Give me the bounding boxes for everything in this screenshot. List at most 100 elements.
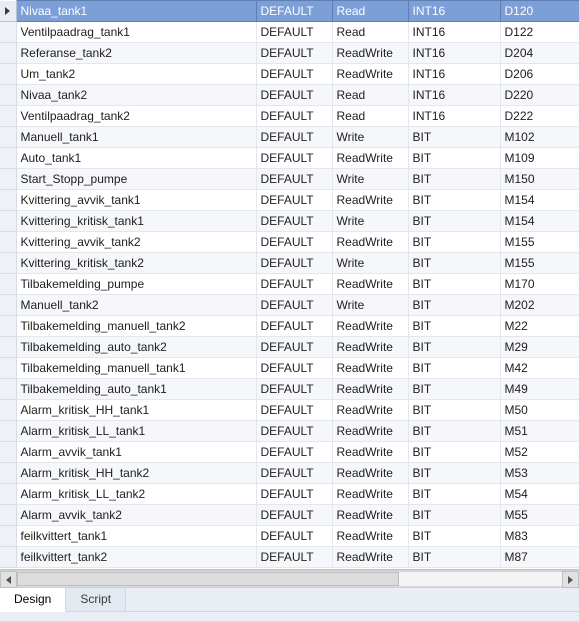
- row-header[interactable]: [0, 505, 16, 526]
- cell-address[interactable]: M49: [500, 379, 579, 400]
- cell-access[interactable]: ReadWrite: [332, 64, 408, 85]
- row-header[interactable]: [0, 295, 16, 316]
- row-header[interactable]: [0, 85, 16, 106]
- cell-default[interactable]: DEFAULT: [256, 274, 332, 295]
- cell-name[interactable]: feilkvittert_tank2: [16, 547, 256, 568]
- cell-name[interactable]: Alarm_avvik_tank2: [16, 505, 256, 526]
- cell-default[interactable]: DEFAULT: [256, 232, 332, 253]
- tag-grid[interactable]: Nivaa_tank1DEFAULTReadINT16D120Ventilpaa…: [0, 0, 579, 570]
- row-header[interactable]: [0, 1, 16, 22]
- table-row[interactable]: Alarm_avvik_tank1DEFAULTReadWriteBITM52: [0, 442, 579, 463]
- cell-address[interactable]: M51: [500, 421, 579, 442]
- cell-address[interactable]: M83: [500, 526, 579, 547]
- cell-default[interactable]: DEFAULT: [256, 190, 332, 211]
- cell-type[interactable]: INT16: [408, 106, 500, 127]
- cell-access[interactable]: Write: [332, 295, 408, 316]
- cell-address[interactable]: M150: [500, 169, 579, 190]
- cell-type[interactable]: INT16: [408, 1, 500, 22]
- cell-default[interactable]: DEFAULT: [256, 526, 332, 547]
- cell-name[interactable]: Alarm_kritisk_LL_tank1: [16, 421, 256, 442]
- row-header[interactable]: [0, 400, 16, 421]
- cell-default[interactable]: DEFAULT: [256, 400, 332, 421]
- cell-default[interactable]: DEFAULT: [256, 22, 332, 43]
- table-row[interactable]: Kvittering_kritisk_tank2DEFAULTWriteBITM…: [0, 253, 579, 274]
- cell-access[interactable]: ReadWrite: [332, 337, 408, 358]
- cell-type[interactable]: BIT: [408, 316, 500, 337]
- cell-name[interactable]: Kvittering_kritisk_tank1: [16, 211, 256, 232]
- cell-access[interactable]: ReadWrite: [332, 547, 408, 568]
- cell-name[interactable]: Tilbakemelding_auto_tank2: [16, 337, 256, 358]
- table-row[interactable]: Auto_tank1DEFAULTReadWriteBITM109: [0, 148, 579, 169]
- cell-default[interactable]: DEFAULT: [256, 379, 332, 400]
- cell-address[interactable]: M202: [500, 295, 579, 316]
- cell-name[interactable]: Ventilpaadrag_tank1: [16, 22, 256, 43]
- cell-access[interactable]: ReadWrite: [332, 379, 408, 400]
- table-row[interactable]: Tilbakemelding_manuell_tank1DEFAULTReadW…: [0, 358, 579, 379]
- cell-address[interactable]: M109: [500, 148, 579, 169]
- cell-address[interactable]: D222: [500, 106, 579, 127]
- cell-access[interactable]: Read: [332, 85, 408, 106]
- cell-address[interactable]: M170: [500, 274, 579, 295]
- table-row[interactable]: Tilbakemelding_manuell_tank2DEFAULTReadW…: [0, 316, 579, 337]
- cell-default[interactable]: DEFAULT: [256, 463, 332, 484]
- cell-default[interactable]: DEFAULT: [256, 421, 332, 442]
- cell-address[interactable]: M42: [500, 358, 579, 379]
- cell-access[interactable]: ReadWrite: [332, 400, 408, 421]
- cell-name[interactable]: Start_Stopp_pumpe: [16, 169, 256, 190]
- cell-address[interactable]: M155: [500, 232, 579, 253]
- cell-access[interactable]: Write: [332, 127, 408, 148]
- cell-access[interactable]: Read: [332, 1, 408, 22]
- table-row[interactable]: Ventilpaadrag_tank2DEFAULTReadINT16D222: [0, 106, 579, 127]
- table-row-selected[interactable]: Nivaa_tank1DEFAULTReadINT16D120: [0, 1, 579, 22]
- row-header[interactable]: [0, 358, 16, 379]
- cell-address[interactable]: M53: [500, 463, 579, 484]
- cell-access[interactable]: ReadWrite: [332, 421, 408, 442]
- scroll-left-button[interactable]: [0, 571, 17, 588]
- row-header[interactable]: [0, 169, 16, 190]
- cell-type[interactable]: INT16: [408, 64, 500, 85]
- cell-name[interactable]: Alarm_kritisk_HH_tank1: [16, 400, 256, 421]
- table-row[interactable]: Alarm_kritisk_LL_tank2DEFAULTReadWriteBI…: [0, 484, 579, 505]
- row-header[interactable]: [0, 463, 16, 484]
- tag-table[interactable]: Nivaa_tank1DEFAULTReadINT16D120Ventilpaa…: [0, 0, 579, 568]
- cell-address[interactable]: M52: [500, 442, 579, 463]
- row-header[interactable]: [0, 127, 16, 148]
- cell-address[interactable]: M102: [500, 127, 579, 148]
- cell-type[interactable]: BIT: [408, 442, 500, 463]
- cell-type[interactable]: INT16: [408, 22, 500, 43]
- cell-name[interactable]: Tilbakemelding_pumpe: [16, 274, 256, 295]
- cell-name[interactable]: Manuell_tank2: [16, 295, 256, 316]
- row-header[interactable]: [0, 148, 16, 169]
- cell-name[interactable]: feilkvittert_tank1: [16, 526, 256, 547]
- cell-access[interactable]: ReadWrite: [332, 442, 408, 463]
- table-row[interactable]: Kvittering_avvik_tank1DEFAULTReadWriteBI…: [0, 190, 579, 211]
- cell-default[interactable]: DEFAULT: [256, 211, 332, 232]
- cell-access[interactable]: ReadWrite: [332, 232, 408, 253]
- cell-address[interactable]: M29: [500, 337, 579, 358]
- cell-default[interactable]: DEFAULT: [256, 358, 332, 379]
- row-header[interactable]: [0, 547, 16, 568]
- table-row[interactable]: Tilbakemelding_auto_tank1DEFAULTReadWrit…: [0, 379, 579, 400]
- row-header[interactable]: [0, 232, 16, 253]
- table-row[interactable]: feilkvittert_tank1DEFAULTReadWriteBITM83: [0, 526, 579, 547]
- scroll-thumb[interactable]: [17, 572, 399, 586]
- cell-type[interactable]: BIT: [408, 211, 500, 232]
- cell-access[interactable]: ReadWrite: [332, 358, 408, 379]
- scroll-track[interactable]: [17, 571, 562, 587]
- cell-name[interactable]: Alarm_kritisk_LL_tank2: [16, 484, 256, 505]
- table-row[interactable]: Kvittering_avvik_tank2DEFAULTReadWriteBI…: [0, 232, 579, 253]
- row-header[interactable]: [0, 316, 16, 337]
- cell-type[interactable]: BIT: [408, 547, 500, 568]
- cell-default[interactable]: DEFAULT: [256, 337, 332, 358]
- cell-default[interactable]: DEFAULT: [256, 484, 332, 505]
- table-row[interactable]: Um_tank2DEFAULTReadWriteINT16D206: [0, 64, 579, 85]
- table-row[interactable]: Tilbakemelding_pumpeDEFAULTReadWriteBITM…: [0, 274, 579, 295]
- cell-address[interactable]: D120: [500, 1, 579, 22]
- cell-access[interactable]: Write: [332, 211, 408, 232]
- cell-default[interactable]: DEFAULT: [256, 85, 332, 106]
- table-row[interactable]: Kvittering_kritisk_tank1DEFAULTWriteBITM…: [0, 211, 579, 232]
- cell-default[interactable]: DEFAULT: [256, 169, 332, 190]
- row-header[interactable]: [0, 190, 16, 211]
- cell-access[interactable]: ReadWrite: [332, 505, 408, 526]
- cell-type[interactable]: BIT: [408, 337, 500, 358]
